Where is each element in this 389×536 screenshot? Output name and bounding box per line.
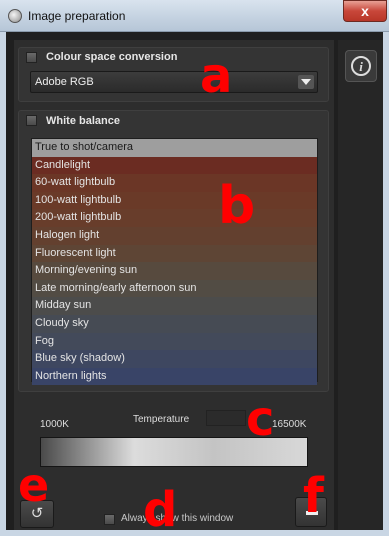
annotation-c: c (246, 391, 275, 447)
list-item[interactable]: Halogen light (32, 226, 317, 245)
list-item[interactable]: Blue sky (shadow) (32, 350, 317, 368)
annotation-a: a (200, 48, 233, 104)
list-item[interactable]: Fluorescent light (32, 244, 317, 263)
temperature-max-label: 16500K (272, 419, 307, 430)
list-item[interactable]: Cloudy sky (32, 314, 317, 333)
window-title: Image preparation (28, 9, 126, 23)
info-button[interactable]: i (345, 50, 377, 82)
list-item[interactable]: Northern lights (32, 367, 317, 386)
list-item[interactable]: 60-watt lightbulb (32, 174, 317, 192)
colour-space-title: Colour space conversion (46, 51, 178, 63)
annotation-e: e (18, 458, 50, 512)
info-icon: i (351, 56, 371, 76)
list-item[interactable]: True to shot/camera (32, 139, 317, 157)
list-item[interactable]: Morning/evening sun (32, 262, 317, 280)
temperature-min-label: 1000K (40, 419, 69, 430)
list-item[interactable]: Midday sun (32, 297, 317, 315)
colour-space-checkbox[interactable] (26, 52, 37, 63)
list-item[interactable]: Late morning/early afternoon sun (32, 279, 317, 298)
temperature-input[interactable] (206, 410, 246, 426)
side-panel (338, 40, 383, 530)
list-item[interactable]: 100-watt lightbulb (32, 191, 317, 210)
white-balance-title: White balance (46, 115, 120, 127)
list-item[interactable]: Candlelight (32, 156, 317, 175)
white-balance-checkbox[interactable] (26, 115, 37, 126)
temperature-label: Temperature (133, 414, 190, 425)
list-item[interactable]: Fog (32, 332, 317, 351)
list-item[interactable]: 200-watt lightbulb (32, 209, 317, 227)
app-icon (8, 9, 22, 23)
annotation-b: b (218, 176, 256, 236)
close-button[interactable]: x (343, 0, 387, 22)
always-show-checkbox[interactable] (104, 514, 115, 525)
annotation-d: d (143, 482, 178, 536)
white-balance-list[interactable]: True to shot/camera Candlelight 60-watt li… (31, 138, 318, 386)
chevron-down-icon[interactable] (298, 75, 314, 89)
colour-space-value: Adobe RGB (35, 76, 94, 88)
colour-space-select[interactable]: Adobe RGB (30, 71, 318, 93)
title-bar: Image preparation x (0, 0, 389, 32)
annotation-f: f (303, 468, 324, 524)
